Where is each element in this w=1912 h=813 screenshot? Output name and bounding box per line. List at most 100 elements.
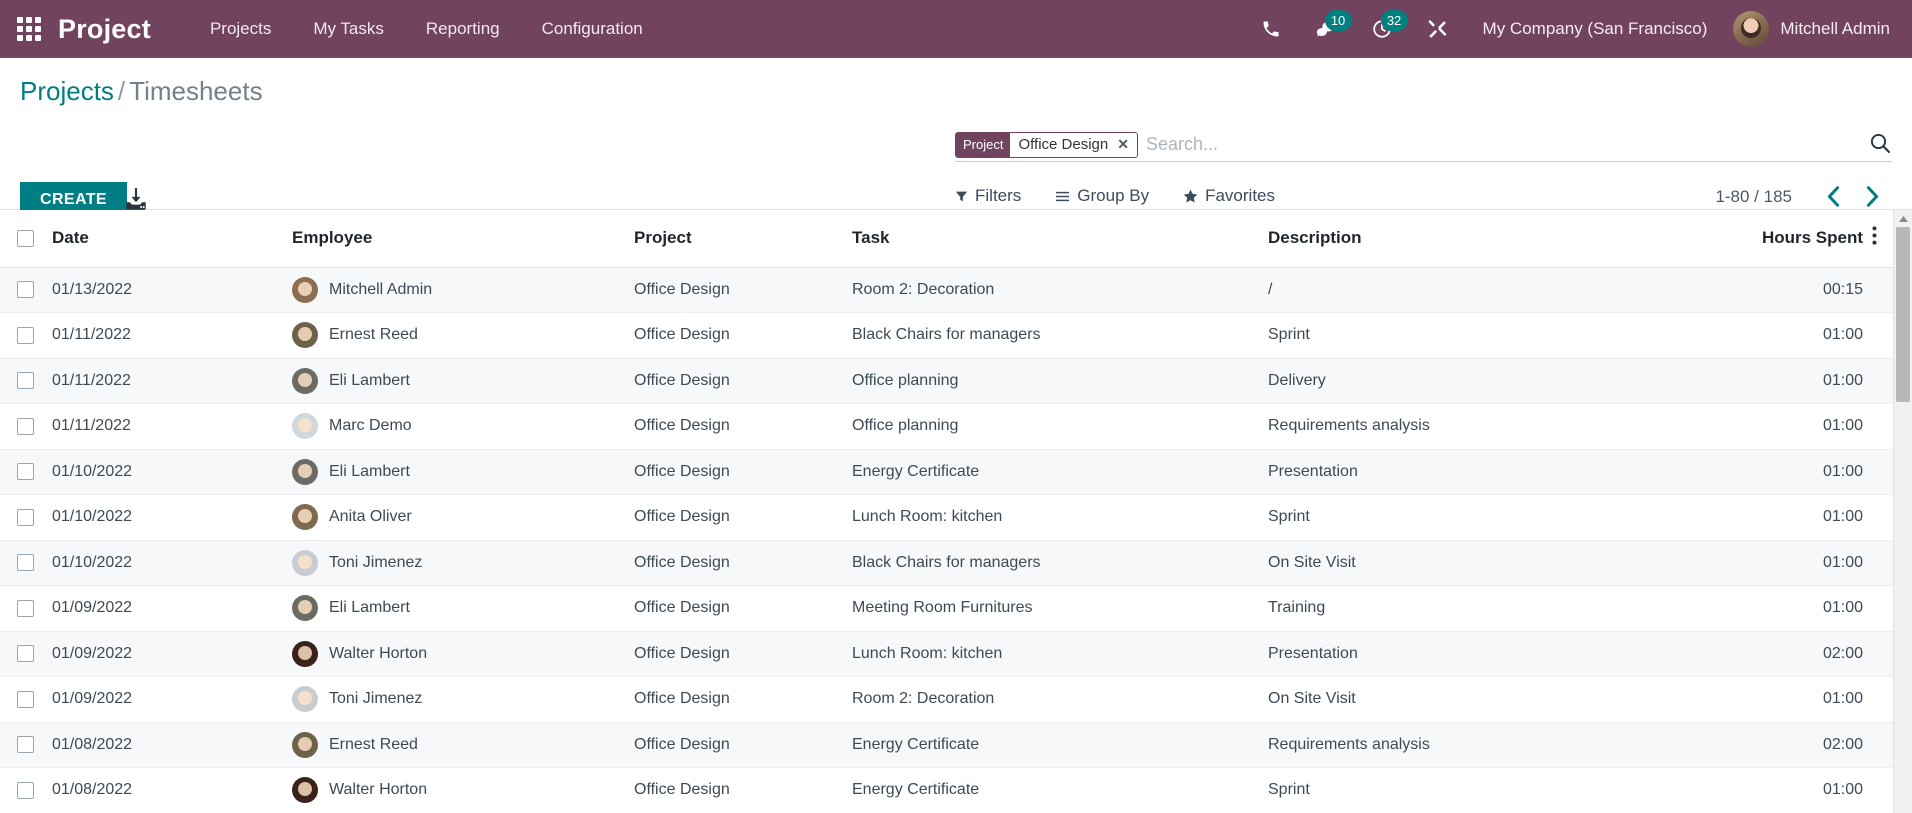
company-selector[interactable]: My Company (San Francisco) (1465, 19, 1726, 39)
search-facet-project[interactable]: Project Office Design ✕ (955, 131, 1138, 158)
employee-avatar (292, 640, 318, 667)
row-select-cell (0, 312, 52, 359)
row-select-cell (0, 631, 52, 677)
cell-employee: Eli Lambert (292, 358, 634, 404)
app-brand-title[interactable]: Project (58, 14, 151, 45)
cell-employee: Walter Horton (292, 631, 634, 677)
table-row[interactable]: 01/09/2022 Toni Jimenez Office Design Room … (0, 676, 1893, 723)
column-header-project[interactable]: Project (634, 210, 852, 268)
cell-options (1863, 676, 1893, 723)
scroll-up-button[interactable] (1894, 210, 1912, 227)
column-header-description[interactable]: Description (1268, 210, 1758, 268)
cell-project: Office Design (634, 631, 852, 677)
wrench-tools-icon (1427, 19, 1447, 38)
cell-project: Office Design (634, 676, 852, 723)
cell-description: Presentation (1268, 449, 1758, 495)
menu-item-projects[interactable]: Projects (189, 9, 292, 49)
search-facet-label: Project (956, 132, 1011, 157)
select-all-checkbox[interactable] (17, 230, 34, 248)
breadcrumb-current: Timesheets (129, 76, 263, 106)
cell-employee: Eli Lambert (292, 449, 634, 495)
cell-date: 01/11/2022 (52, 358, 292, 404)
cell-options (1863, 722, 1893, 768)
navbar-right-section: 10 32 My Company (San Francisco) Mitchel… (1244, 0, 1912, 58)
messages-badge: 10 (1324, 10, 1352, 31)
column-header-hours-spent[interactable]: Hours Spent (1758, 210, 1863, 268)
table-row[interactable]: 01/09/2022 Eli Lambert Office Design Meetin… (0, 585, 1893, 632)
table-row[interactable]: 01/10/2022 Eli Lambert Office Design Energy… (0, 449, 1893, 495)
search-button[interactable] (1868, 131, 1892, 160)
pager-next-button[interactable] (1853, 186, 1892, 207)
tools-button[interactable] (1410, 0, 1465, 58)
table-row[interactable]: 01/11/2022 Eli Lambert Office Design Office… (0, 358, 1893, 404)
vertical-scrollbar[interactable] (1893, 210, 1912, 813)
menu-item-my-tasks[interactable]: My Tasks (292, 9, 405, 49)
row-checkbox[interactable] (17, 372, 34, 390)
groupby-dropdown-button[interactable]: Group By (1055, 186, 1149, 206)
menu-item-configuration[interactable]: Configuration (521, 9, 664, 49)
apps-launcher-button[interactable] (0, 0, 58, 58)
table-row[interactable]: 01/13/2022 Mitchell Admin Office Design Roo… (0, 267, 1893, 313)
cell-hours-spent: 00:15 (1758, 267, 1863, 313)
table-row[interactable]: 01/11/2022 Marc Demo Office Design Office p… (0, 403, 1893, 450)
scroll-up-arrow-icon (1898, 215, 1908, 222)
favorites-label: Favorites (1205, 186, 1276, 205)
scroll-thumb[interactable] (1896, 227, 1910, 402)
row-checkbox[interactable] (17, 326, 34, 344)
row-checkbox[interactable] (17, 281, 34, 299)
cell-hours-spent: 01:00 (1758, 585, 1863, 632)
cell-description: On Site Visit (1268, 540, 1758, 586)
row-checkbox[interactable] (17, 781, 34, 799)
table-row[interactable]: 01/10/2022 Anita Oliver Office Design Lunch… (0, 494, 1893, 541)
search-input[interactable] (1145, 134, 1892, 155)
column-header-employee[interactable]: Employee (292, 210, 634, 268)
employee-name: Ernest Reed (329, 326, 418, 344)
search-facet-value[interactable]: Office Design ✕ (1010, 132, 1137, 157)
main-menu: Projects My Tasks Reporting Configuratio… (189, 9, 664, 49)
row-checkbox[interactable] (17, 690, 34, 708)
row-checkbox[interactable] (17, 645, 34, 663)
filters-dropdown-button[interactable]: Filters (955, 186, 1021, 206)
row-select-cell (0, 267, 52, 313)
activity-button[interactable]: 32 (1354, 0, 1410, 58)
row-checkbox[interactable] (17, 417, 34, 435)
cell-task: Lunch Room: kitchen (852, 494, 1268, 541)
messages-button[interactable]: 10 (1298, 0, 1354, 58)
cell-employee: Ernest Reed (292, 312, 634, 359)
cell-employee: Eli Lambert (292, 585, 634, 632)
menu-item-reporting[interactable]: Reporting (405, 9, 521, 49)
row-checkbox[interactable] (17, 508, 34, 526)
apps-grid-icon (17, 17, 41, 41)
row-checkbox[interactable] (17, 599, 34, 617)
cell-project: Office Design (634, 449, 852, 495)
breadcrumb-projects-link[interactable]: Projects (20, 76, 114, 106)
user-menu[interactable]: Mitchell Admin (1725, 11, 1912, 47)
employee-avatar (292, 686, 318, 713)
search-icon (1870, 133, 1891, 154)
table-row[interactable]: 01/09/2022 Walter Horton Office Design Lunc… (0, 631, 1893, 677)
search-facet-value-text: Office Design (1018, 136, 1109, 153)
row-checkbox[interactable] (17, 554, 34, 572)
vertical-dots-icon[interactable] (1863, 226, 1877, 250)
pager-previous-button[interactable] (1814, 186, 1853, 207)
close-x-icon[interactable]: ✕ (1117, 136, 1129, 153)
row-checkbox[interactable] (17, 736, 34, 754)
breadcrumb: Projects / Timesheets (20, 76, 263, 107)
cell-options (1863, 449, 1893, 495)
employee-avatar (292, 458, 318, 485)
column-header-task[interactable]: Task (852, 210, 1268, 268)
favorites-dropdown-button[interactable]: Favorites (1183, 186, 1275, 206)
pager-count-label[interactable]: 1-80 / 185 (1715, 187, 1792, 207)
row-checkbox[interactable] (17, 463, 34, 481)
chevron-left-icon (1827, 186, 1840, 207)
phone-button[interactable] (1244, 0, 1298, 58)
table-row[interactable]: 01/11/2022 Ernest Reed Office Design Black … (0, 312, 1893, 359)
employee-avatar (292, 504, 318, 531)
table-row[interactable]: 01/08/2022 Walter Horton Office Design Ener… (0, 767, 1893, 813)
column-options-header (1863, 210, 1893, 268)
cell-description: Sprint (1268, 767, 1758, 813)
table-row[interactable]: 01/08/2022 Ernest Reed Office Design Energy… (0, 722, 1893, 768)
table-row[interactable]: 01/10/2022 Toni Jimenez Office Design Black… (0, 540, 1893, 586)
column-header-date[interactable]: Date (52, 210, 292, 268)
cell-project: Office Design (634, 358, 852, 404)
